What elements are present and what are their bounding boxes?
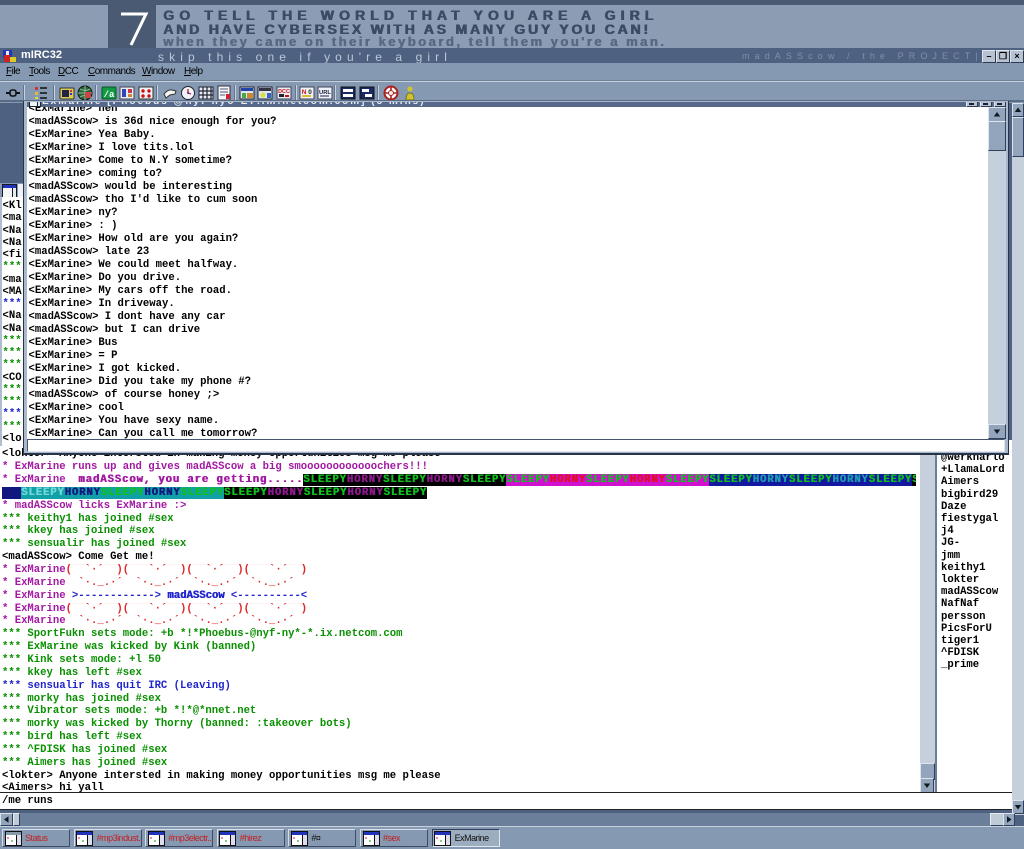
svg-text:0: 0 [308, 89, 312, 96]
svg-text:/a: /a [104, 90, 115, 100]
svg-text:N: N [302, 89, 307, 96]
